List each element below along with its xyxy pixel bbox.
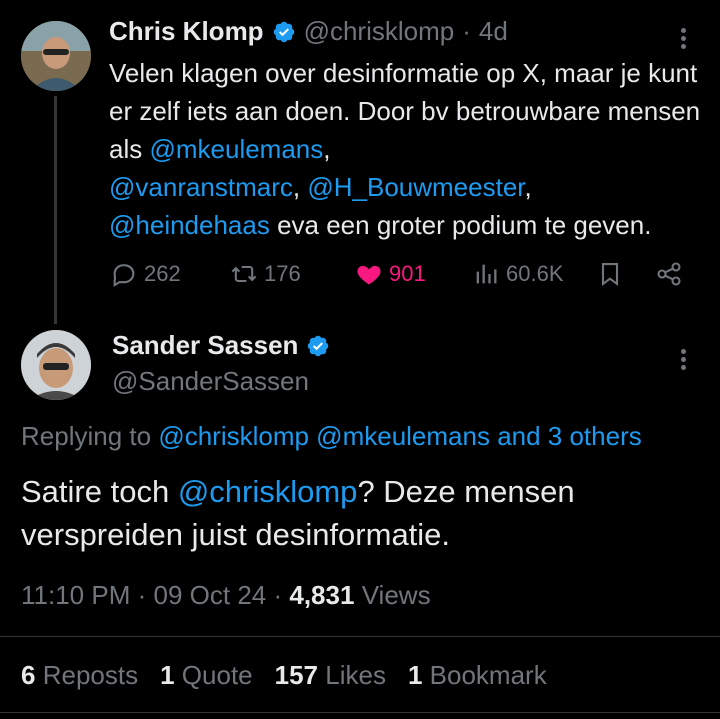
reply-icon — [113, 264, 135, 287]
verified-badge-icon — [306, 334, 330, 358]
mention-link[interactable]: @mkeulemans — [149, 134, 323, 164]
share-icon[interactable] — [655, 260, 683, 293]
repost-icon — [231, 265, 257, 283]
views-count: 4,831 — [289, 580, 355, 610]
tweet-timestamp: 11:10 PM · 09 Oct 24 · 4,831 Views — [21, 580, 431, 611]
bookmark-count: 1 — [407, 660, 423, 690]
repost-button[interactable]: 176 — [230, 260, 301, 288]
separator-dot: · — [137, 580, 147, 610]
likes-stat[interactable]: 157 Likes — [275, 660, 386, 691]
bookmark-stat[interactable]: 1 Bookmark — [408, 660, 547, 691]
author-handle[interactable]: @SanderSassen — [112, 366, 309, 397]
tweet-text-part: , — [292, 172, 308, 202]
likes-label: Likes — [325, 660, 386, 690]
like-count: 901 — [389, 261, 426, 286]
tweet-text-part: eva een groter podium te geven. — [269, 210, 652, 240]
author-name[interactable]: Chris Klomp — [109, 16, 264, 47]
views-label: Views — [361, 580, 431, 610]
analytics-icon — [476, 264, 497, 284]
avatar-sander-sassen[interactable] — [21, 330, 91, 400]
mention-link[interactable]: @vanranstmarc — [109, 172, 293, 202]
reposts-count: 6 — [21, 660, 36, 690]
divider — [0, 712, 720, 713]
mention-link[interactable]: @heindehaas — [109, 210, 270, 240]
author-name[interactable]: Sander Sassen — [112, 330, 298, 361]
tweet2-header: Sander Sassen — [112, 330, 330, 361]
bookmark-label: Bookmark — [429, 660, 547, 690]
tweet-text-part: , — [323, 134, 331, 164]
quote-stat[interactable]: 1 Quote — [160, 660, 253, 691]
quote-count: 1 — [160, 660, 175, 690]
replying-to: Replying to @chrisklomp @mkeulemans and … — [21, 421, 642, 452]
likes-count: 157 — [274, 660, 319, 690]
repost-count: 176 — [264, 261, 301, 286]
bookmark-icon[interactable] — [596, 260, 624, 293]
quote-label: Quote — [181, 660, 253, 690]
tweet-text-part: Satire toch — [21, 474, 178, 509]
reply-count: 262 — [144, 261, 181, 286]
views-count: 60.6K — [506, 261, 564, 286]
tweet2-text: Satire toch @chrisklomp? Deze mensen ver… — [21, 470, 681, 556]
replying-targets-link[interactable]: @chrisklomp @mkeulemans and 3 others — [158, 421, 641, 451]
author-handle[interactable]: @chrisklomp — [304, 16, 455, 47]
tweet1-header: Chris Klomp @chrisklomp · 4d — [109, 16, 508, 47]
separator-dot: · — [273, 580, 283, 610]
verified-badge-icon — [272, 20, 296, 44]
separator-dot: · — [462, 16, 471, 46]
thread-connector-line — [54, 96, 57, 324]
divider — [0, 636, 720, 637]
tweet-age[interactable]: 4d — [479, 16, 508, 47]
avatar-chris-klomp[interactable] — [21, 21, 91, 91]
more-options-icon[interactable] — [681, 346, 686, 373]
tweet-date[interactable]: 09 Oct 24 — [154, 580, 267, 610]
views-button[interactable]: 60.6K — [472, 260, 564, 288]
reply-button[interactable]: 262 — [110, 260, 181, 288]
tweet1-text: Velen klagen over desinformatie op X, ma… — [109, 54, 709, 244]
reposts-label: Reposts — [42, 660, 139, 690]
more-options-icon[interactable] — [681, 25, 686, 52]
like-button[interactable]: 901 — [355, 260, 426, 288]
engagement-stats: 6 Reposts 1 Quote 157 Likes 1 Bookmark — [21, 660, 547, 691]
heart-icon — [357, 265, 381, 285]
replying-prefix: Replying to — [21, 421, 159, 451]
mention-link[interactable]: @chrisklomp — [178, 474, 358, 509]
reposts-stat[interactable]: 6 Reposts — [21, 660, 138, 691]
mention-link[interactable]: @H_Bouwmeester — [307, 172, 524, 202]
tweet-time[interactable]: 11:10 PM — [21, 580, 130, 610]
tweet-text-part: , — [524, 172, 532, 202]
